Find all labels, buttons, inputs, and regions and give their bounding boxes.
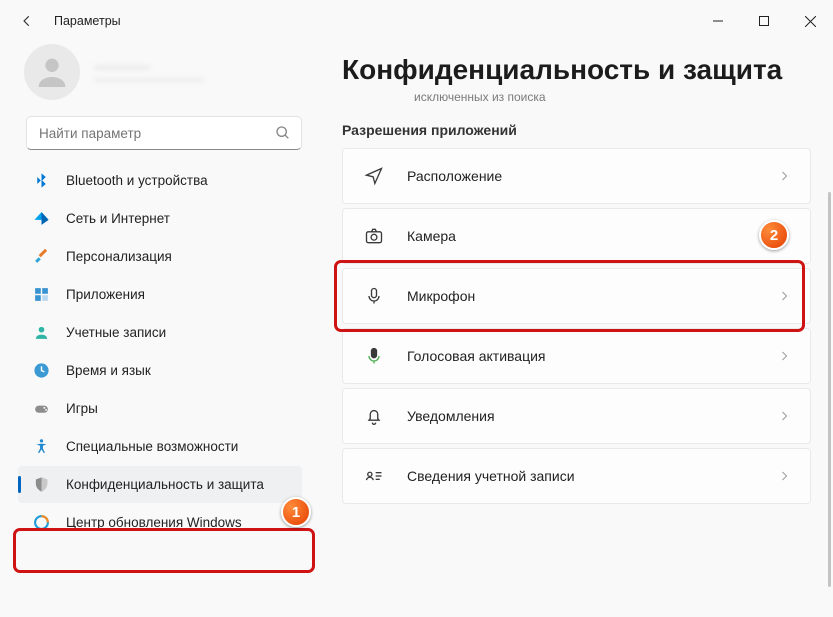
annotation-badge-2: 2	[759, 220, 789, 250]
camera-icon	[363, 225, 385, 247]
sidebar-item-label: Приложения	[66, 287, 145, 302]
sidebar: ———— —————————— Bluetooth и устройства С…	[0, 42, 316, 617]
close-button[interactable]	[787, 5, 833, 37]
perm-label: Сведения учетной записи	[407, 468, 756, 484]
chevron-right-icon	[778, 289, 792, 303]
page-title: Конфиденциальность и защита	[342, 46, 811, 92]
window-title: Параметры	[54, 14, 121, 28]
sidebar-item-label: Bluetooth и устройства	[66, 173, 208, 188]
voice-icon	[363, 345, 385, 367]
accessibility-icon	[32, 438, 50, 456]
sidebar-item-label: Игры	[66, 401, 98, 416]
microphone-icon	[363, 285, 385, 307]
avatar	[24, 44, 80, 100]
sidebar-item-network[interactable]: Сеть и Интернет	[18, 200, 302, 237]
partial-row-text: исключенных из поиска	[414, 90, 811, 104]
sidebar-item-label: Время и язык	[66, 363, 151, 378]
globe-clock-icon	[32, 362, 50, 380]
person-icon	[32, 324, 50, 342]
section-title: Разрешения приложений	[342, 122, 811, 138]
perm-label: Микрофон	[407, 288, 756, 304]
brush-icon	[32, 248, 50, 266]
profile-text: ———— ——————————	[94, 58, 204, 86]
location-icon	[363, 165, 385, 187]
main-content: Конфиденциальность и защита исключенных …	[316, 42, 833, 617]
profile-email: ——————————	[94, 74, 204, 86]
account-card-icon	[363, 465, 385, 487]
search-box[interactable]	[26, 116, 302, 150]
maximize-button[interactable]	[741, 5, 787, 37]
sidebar-item-accounts[interactable]: Учетные записи	[18, 314, 302, 351]
chevron-right-icon	[778, 409, 792, 423]
sidebar-item-label: Персонализация	[66, 249, 172, 264]
sidebar-item-time-language[interactable]: Время и язык	[18, 352, 302, 389]
perm-microphone[interactable]: Микрофон	[342, 268, 811, 324]
profile-name: ————	[94, 58, 204, 74]
apps-icon	[32, 286, 50, 304]
sidebar-item-label: Центр обновления Windows	[66, 515, 242, 530]
gamepad-icon	[32, 400, 50, 418]
chevron-right-icon	[778, 349, 792, 363]
minimize-button[interactable]	[695, 5, 741, 37]
sidebar-item-label: Специальные возможности	[66, 439, 238, 454]
sidebar-item-bluetooth[interactable]: Bluetooth и устройства	[18, 162, 302, 199]
sidebar-item-windows-update[interactable]: Центр обновления Windows	[18, 504, 302, 541]
perm-notifications[interactable]: Уведомления	[342, 388, 811, 444]
permissions-list: Расположение Камера Микрофон Голосовая а…	[342, 148, 811, 510]
perm-location[interactable]: Расположение	[342, 148, 811, 204]
sidebar-item-label: Сеть и Интернет	[66, 211, 170, 226]
sidebar-item-label: Конфиденциальность и защита	[66, 477, 264, 492]
chevron-right-icon	[778, 169, 792, 183]
annotation-badge-1: 1	[281, 497, 311, 527]
perm-label: Расположение	[407, 168, 756, 184]
sidebar-item-label: Учетные записи	[66, 325, 166, 340]
sidebar-nav: Bluetooth и устройства Сеть и Интернет П…	[0, 156, 312, 541]
perm-label: Камера	[407, 228, 756, 244]
sidebar-item-accessibility[interactable]: Специальные возможности	[18, 428, 302, 465]
window-controls	[695, 5, 833, 37]
scrollbar[interactable]	[828, 192, 831, 587]
update-icon	[32, 514, 50, 532]
chevron-right-icon	[778, 469, 792, 483]
bluetooth-icon	[32, 172, 50, 190]
sidebar-item-gaming[interactable]: Игры	[18, 390, 302, 427]
perm-voice-activation[interactable]: Голосовая активация	[342, 328, 811, 384]
perm-label: Голосовая активация	[407, 348, 756, 364]
perm-label: Уведомления	[407, 408, 756, 424]
shield-icon	[32, 476, 50, 494]
sidebar-item-personalization[interactable]: Персонализация	[18, 238, 302, 275]
titlebar: Параметры	[0, 0, 833, 42]
perm-account-info[interactable]: Сведения учетной записи	[342, 448, 811, 504]
sidebar-item-privacy[interactable]: Конфиденциальность и защита	[18, 466, 302, 503]
search-input[interactable]	[39, 126, 275, 141]
bell-icon	[363, 405, 385, 427]
wifi-icon	[32, 210, 50, 228]
sidebar-item-apps[interactable]: Приложения	[18, 276, 302, 313]
perm-camera[interactable]: Камера	[342, 208, 811, 264]
search-icon	[275, 125, 291, 141]
profile-block[interactable]: ———— ——————————	[0, 42, 312, 116]
back-button[interactable]	[18, 12, 36, 30]
